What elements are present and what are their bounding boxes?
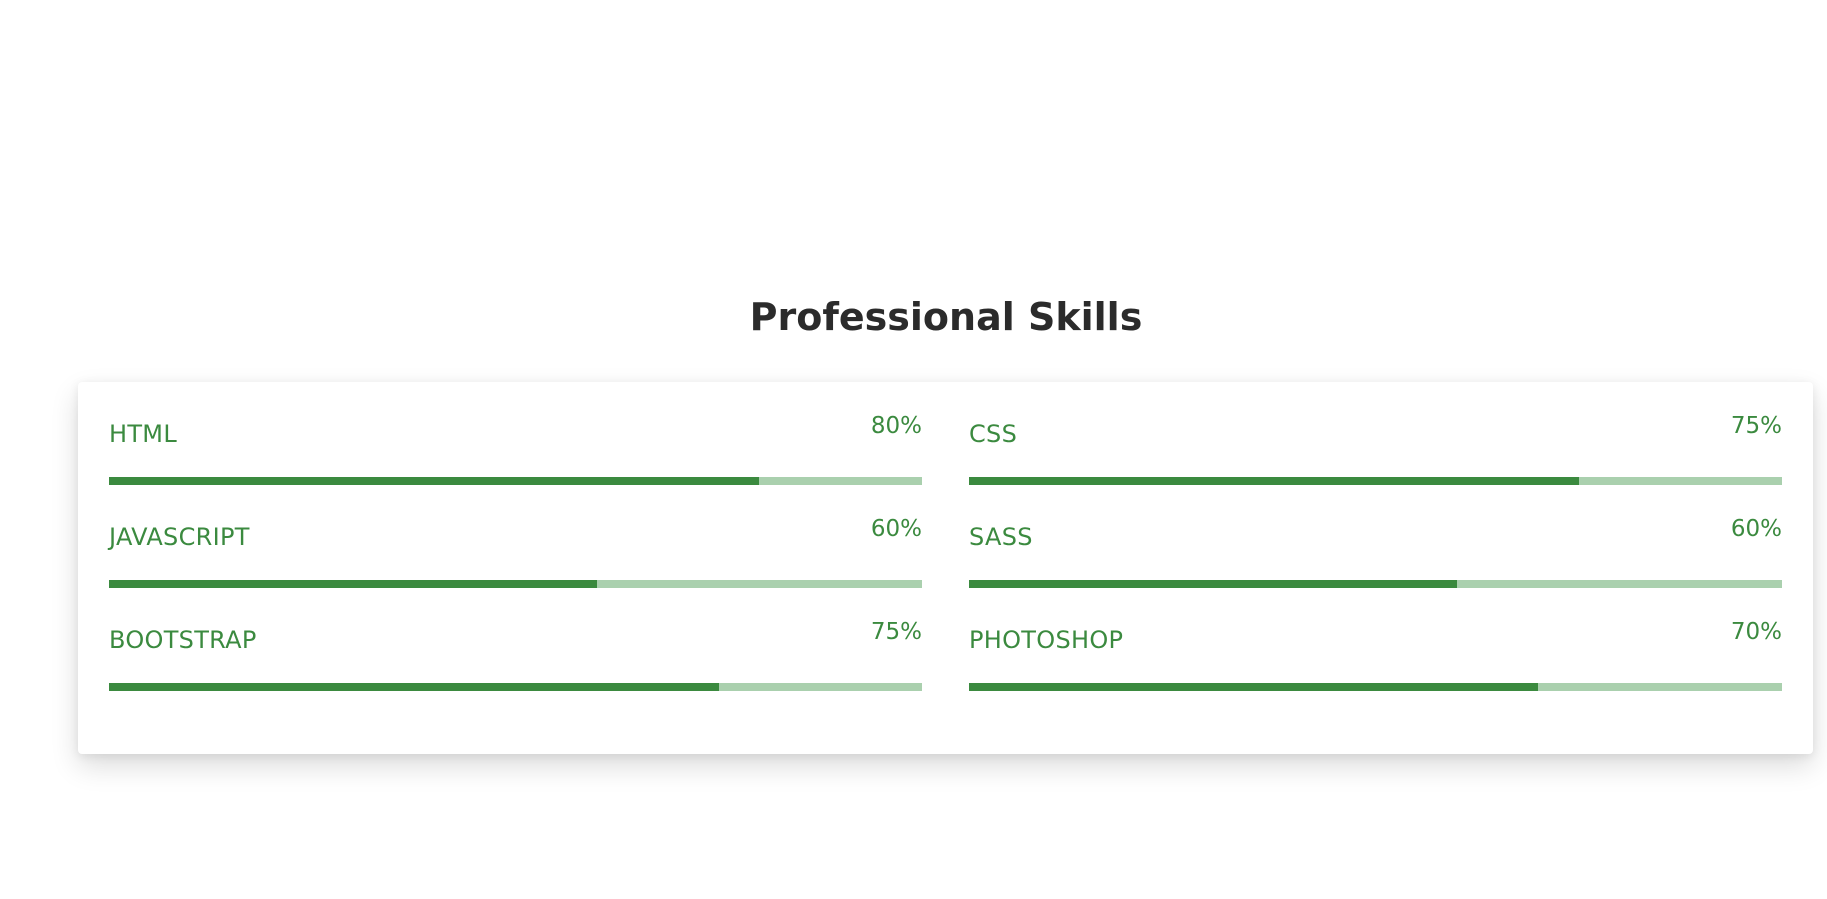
- skill-item-html: HTML 80%: [109, 382, 922, 485]
- progress-fill: [969, 477, 1579, 485]
- skill-name: SASS: [969, 523, 1033, 551]
- skill-item-bootstrap: BOOTSTRAP 75%: [109, 588, 922, 691]
- progress-track: [109, 477, 922, 485]
- skill-name: BOOTSTRAP: [109, 626, 257, 654]
- section-title: Professional Skills: [749, 295, 1143, 339]
- skill-name: CSS: [969, 420, 1018, 448]
- skill-name: JAVASCRIPT: [109, 523, 250, 551]
- progress-track: [109, 683, 922, 691]
- progress-fill: [969, 580, 1457, 588]
- progress-fill: [969, 683, 1539, 691]
- skill-item-photoshop: PHOTOSHOP 70%: [969, 588, 1782, 691]
- skill-percent: 80%: [870, 413, 922, 439]
- skill-percent: 75%: [1730, 413, 1782, 439]
- skill-item-css: CSS 75%: [969, 382, 1782, 485]
- progress-track: [969, 477, 1782, 485]
- progress-track: [969, 683, 1782, 691]
- skill-percent: 60%: [870, 516, 922, 542]
- skill-name: HTML: [109, 420, 177, 448]
- skill-item-sass: SASS 60%: [969, 485, 1782, 588]
- skill-item-javascript: JAVASCRIPT 60%: [109, 485, 922, 588]
- progress-fill: [109, 477, 760, 485]
- progress-fill: [109, 580, 597, 588]
- skill-name: PHOTOSHOP: [969, 626, 1124, 654]
- progress-track: [109, 580, 922, 588]
- skill-percent: 60%: [1730, 516, 1782, 542]
- skills-card: HTML 80% CSS 75% JAVASCRIPT 60% SASS 60%…: [78, 382, 1813, 754]
- progress-fill: [109, 683, 719, 691]
- progress-track: [969, 580, 1782, 588]
- skill-percent: 70%: [1730, 619, 1782, 645]
- skill-percent: 75%: [870, 619, 922, 645]
